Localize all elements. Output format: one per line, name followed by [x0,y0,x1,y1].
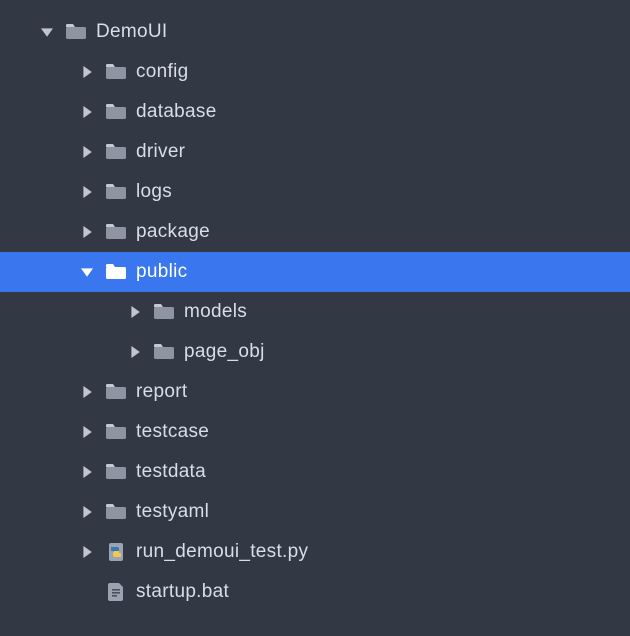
tree-item-label: driver [136,141,185,163]
chevron-right-icon[interactable] [80,425,94,439]
folder-icon [106,263,126,281]
chevron-right-icon[interactable] [80,225,94,239]
tree-item-config[interactable]: config [0,52,630,92]
tree-item-testdata[interactable]: testdata [0,452,630,492]
tree-item-label: testcase [136,421,209,443]
tree-item-label: config [136,61,189,83]
tree-item-package[interactable]: package [0,212,630,252]
chevron-down-icon[interactable] [40,25,54,39]
chevron-right-icon[interactable] [80,145,94,159]
tree-item-models[interactable]: models [0,292,630,332]
project-tree[interactable]: DemoUI config database driver logs package pub… [0,0,630,612]
tree-item-database[interactable]: database [0,92,630,132]
tree-item-label: testyaml [136,501,209,523]
chevron-right-icon[interactable] [80,465,94,479]
folder-icon [154,303,174,321]
tree-item-label: startup.bat [136,581,229,603]
tree-item-driver[interactable]: driver [0,132,630,172]
folder-icon [66,23,86,41]
tree-item-public[interactable]: public [0,252,630,292]
tree-item-label: page_obj [184,341,265,363]
tree-item-label: logs [136,181,172,203]
folder-icon [154,343,174,361]
tree-item-startup[interactable]: startup.bat [0,572,630,612]
chevron-right-icon[interactable] [80,65,94,79]
tree-item-label: package [136,221,210,243]
tree-item-label: DemoUI [96,21,167,43]
folder-icon [106,103,126,121]
tree-item-pageobj[interactable]: page_obj [0,332,630,372]
tree-item-testyaml[interactable]: testyaml [0,492,630,532]
folder-icon [106,223,126,241]
folder-icon [106,423,126,441]
tree-item-label: run_demoui_test.py [136,541,308,563]
tree-item-label: database [136,101,217,123]
tree-item-label: report [136,381,187,403]
tree-item-label: public [136,261,187,283]
folder-icon [106,143,126,161]
bat-file-icon [106,583,126,601]
chevron-right-icon[interactable] [80,185,94,199]
folder-icon [106,503,126,521]
python-file-icon [106,543,126,561]
tree-item-root[interactable]: DemoUI [0,12,630,52]
chevron-right-icon[interactable] [80,545,94,559]
folder-icon [106,183,126,201]
tree-item-report[interactable]: report [0,372,630,412]
folder-icon [106,463,126,481]
chevron-right-icon[interactable] [80,505,94,519]
tree-item-label: models [184,301,247,323]
chevron-right-icon[interactable] [128,305,142,319]
chevron-right-icon[interactable] [128,345,142,359]
folder-icon [106,63,126,81]
tree-item-logs[interactable]: logs [0,172,630,212]
chevron-right-icon[interactable] [80,105,94,119]
tree-item-runpy[interactable]: run_demoui_test.py [0,532,630,572]
folder-icon [106,383,126,401]
tree-item-testcase[interactable]: testcase [0,412,630,452]
chevron-down-icon[interactable] [80,265,94,279]
chevron-right-icon[interactable] [80,385,94,399]
tree-item-label: testdata [136,461,206,483]
